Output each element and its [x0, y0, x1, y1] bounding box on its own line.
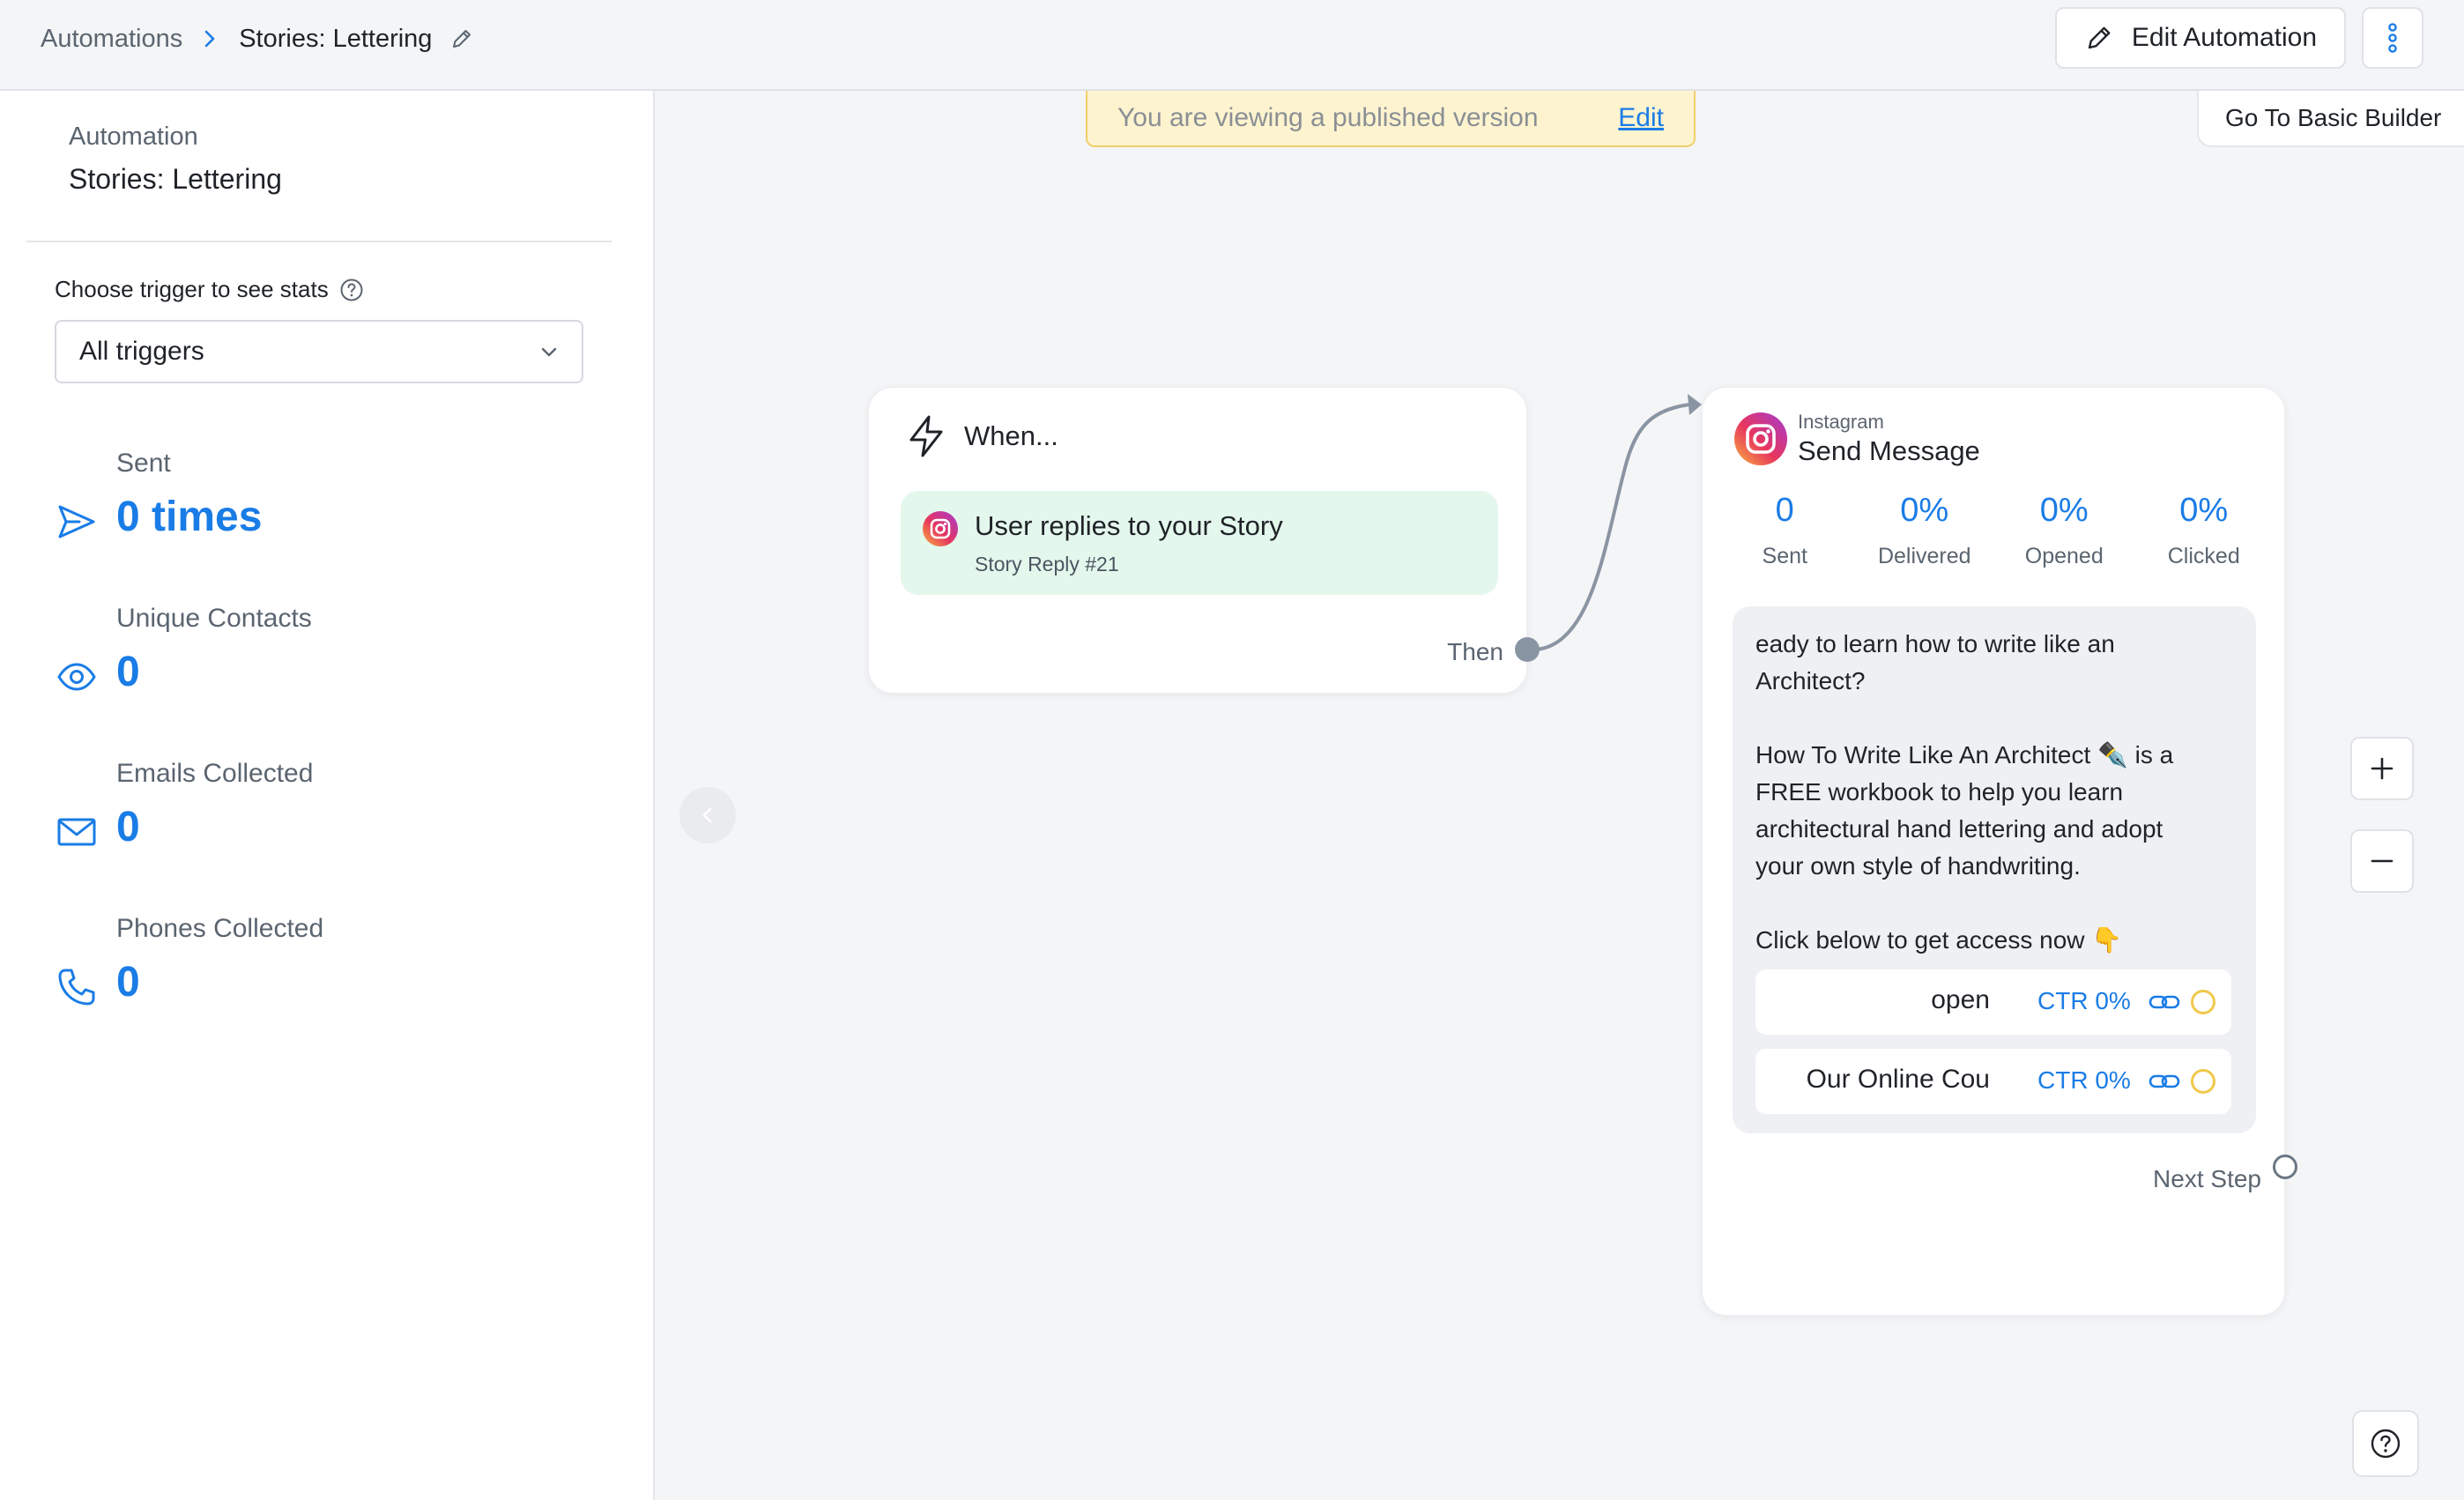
chevron-right-icon — [200, 29, 219, 48]
message-button-open[interactable]: open CTR 0% — [1755, 969, 2231, 1035]
breadcrumb-current: Stories: Lettering — [239, 24, 433, 53]
story-reply-trigger[interactable]: User replies to your Story Story Reply #… — [901, 491, 1498, 595]
breadcrumb-automations-link[interactable]: Automations — [41, 25, 182, 54]
button-port[interactable] — [2191, 990, 2215, 1014]
message-bubble[interactable]: eady to learn how to write like an Archi… — [1733, 606, 2256, 1133]
stat-label: Sent — [116, 449, 171, 478]
instagram-icon — [923, 511, 958, 546]
help-button[interactable] — [2352, 1410, 2419, 1477]
stat-value: 0% — [2039, 492, 2089, 529]
pencil-icon[interactable] — [449, 26, 476, 52]
help-circle-icon[interactable] — [339, 278, 364, 302]
edit-automation-label: Edit Automation — [2131, 23, 2318, 52]
send-node-header: Instagram Send Message — [1733, 411, 1980, 467]
stat-label: Delivered — [1877, 544, 1971, 568]
message-button-online-course[interactable]: Our Online Cou CTR 0% — [1755, 1049, 2231, 1114]
stat-delivered: 0% Delivered — [1859, 492, 1991, 569]
stat-value: 0 times — [116, 494, 263, 540]
trigger-select[interactable]: All triggers — [55, 320, 583, 383]
next-step-port[interactable] — [2273, 1155, 2297, 1179]
trigger-select-label-text: Choose trigger to see stats — [55, 276, 329, 302]
send-node-stats: 0 Sent 0% Delivered 0% Opened 0% Clicked — [1703, 492, 2286, 569]
next-step-label: Next Step — [2153, 1165, 2261, 1192]
chevron-down-icon — [541, 347, 557, 357]
send-message-node[interactable]: Instagram Send Message 0 Sent 0% Deliver… — [1702, 387, 2285, 1316]
zoom-out-button[interactable] — [2350, 829, 2414, 893]
plus-icon — [2371, 757, 2393, 780]
then-label: Then — [1447, 638, 1503, 665]
trigger-select-value: All triggers — [79, 337, 204, 366]
phone-icon — [58, 969, 95, 1006]
top-bar: Automations Stories: Lettering Edit Auto… — [0, 0, 2464, 91]
chevron-left-icon — [702, 807, 712, 823]
send-node-channel: Instagram — [1798, 411, 1884, 433]
automation-section-label: Automation — [69, 123, 198, 151]
message-text: eady to learn how to write like an Archi… — [1755, 630, 2174, 954]
button-port[interactable] — [2191, 1069, 2215, 1094]
trigger-node-heading: When... — [964, 420, 1058, 451]
mail-icon — [57, 818, 96, 846]
zoom-in-button[interactable] — [2350, 737, 2414, 800]
minus-icon — [2371, 859, 2393, 863]
banner-edit-link[interactable]: Edit — [1618, 103, 1664, 133]
divider — [26, 241, 612, 242]
stat-phones-collected: Phones Collected 0 — [0, 914, 655, 1028]
stat-value: 0 — [1775, 492, 1794, 529]
breadcrumb: Automations Stories: Lettering — [41, 21, 476, 56]
link-icon — [2149, 995, 2180, 1009]
stat-value: 0 — [116, 959, 140, 1006]
trigger-title: User replies to your Story — [975, 510, 1283, 541]
more-options-button[interactable] — [2362, 7, 2423, 69]
stats-sidebar: Automation Stories: Lettering Choose tri… — [0, 91, 655, 1500]
trigger-subtitle: Story Reply #21 — [975, 553, 1119, 575]
trigger-select-label: Choose trigger to see stats — [55, 276, 364, 303]
stat-clicked: 0% Clicked — [2138, 492, 2270, 569]
stat-sent: Sent 0 times — [0, 449, 655, 563]
stat-opened: 0% Opened — [1998, 492, 2130, 569]
stat-label: Phones Collected — [116, 914, 324, 943]
automation-name: Stories: Lettering — [69, 163, 282, 195]
stat-label: Opened — [2024, 544, 2104, 568]
banner-text: You are viewing a published version — [1117, 103, 1539, 132]
then-port[interactable] — [1515, 637, 1540, 662]
stat-unique-contacts: Unique Contacts 0 — [0, 604, 655, 718]
message-button-ctr: CTR 0% — [2037, 1066, 2131, 1094]
eye-icon — [57, 663, 96, 691]
send-node-title: Send Message — [1798, 435, 1980, 466]
stat-value: 0 — [116, 804, 140, 850]
go-to-basic-builder-button[interactable]: Go To Basic Builder — [2197, 91, 2464, 147]
stat-sent: 0 Sent — [1718, 492, 1851, 569]
trigger-node[interactable]: When... User replies to your Story Story… — [868, 387, 1527, 694]
link-icon — [2149, 1074, 2180, 1088]
pencil-icon — [2088, 26, 2111, 49]
message-button-label: open — [1931, 985, 1990, 1014]
published-version-banner: You are viewing a published version Edit — [1086, 91, 1696, 147]
flow-canvas[interactable]: You are viewing a published version Edit… — [657, 91, 2464, 1500]
stat-label: Sent — [1762, 544, 1807, 568]
stat-label: Unique Contacts — [116, 604, 312, 633]
message-button-ctr: CTR 0% — [2037, 987, 2131, 1014]
collapse-sidebar-button[interactable] — [679, 787, 736, 843]
stat-value: 0% — [2179, 492, 2229, 529]
stat-emails-collected: Emails Collected 0 — [0, 759, 655, 873]
stat-value: 0 — [116, 649, 140, 695]
edit-automation-button[interactable]: Edit Automation — [2055, 7, 2346, 69]
vertical-dots-icon — [2388, 23, 2397, 53]
send-icon — [58, 505, 95, 538]
instagram-icon — [1734, 412, 1787, 465]
stat-value: 0% — [1900, 492, 1949, 529]
stat-label: Clicked — [2167, 544, 2240, 568]
stat-label: Emails Collected — [116, 759, 314, 788]
trigger-node-header: When... — [906, 414, 1058, 458]
lightning-icon — [909, 415, 943, 457]
message-button-label: Our Online Cou — [1806, 1065, 1990, 1094]
help-circle-icon — [2371, 1429, 2401, 1459]
